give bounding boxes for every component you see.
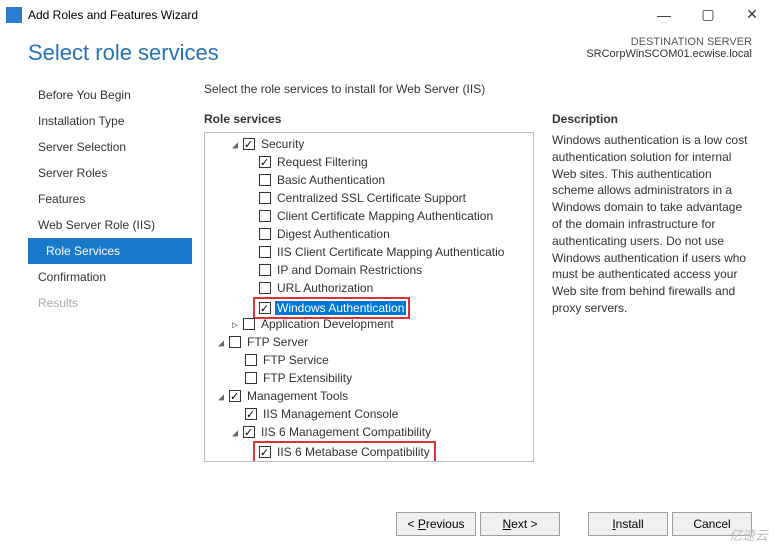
tree-item-app-dev[interactable]: Application Development: [259, 317, 396, 331]
step-before-you-begin[interactable]: Before You Begin: [28, 82, 192, 108]
checkbox-url-auth[interactable]: [259, 282, 271, 294]
role-services-tree[interactable]: ◢ Security Request Filtering Basic Authen…: [204, 132, 534, 462]
description-text: Windows authentication is a low cost aut…: [552, 132, 752, 317]
checkbox-ftp-server[interactable]: [229, 336, 241, 348]
checkbox-mgmt-tools[interactable]: [229, 390, 241, 402]
window-controls: — ▢ ✕: [642, 0, 774, 30]
main-panel: Select the role services to install for …: [192, 82, 752, 462]
collapse-icon[interactable]: ◢: [215, 389, 227, 407]
checkbox-iis6-metabase[interactable]: [259, 446, 271, 458]
collapse-icon[interactable]: ◢: [229, 137, 241, 155]
app-icon: [6, 7, 22, 23]
tree-item-iis6-metabase[interactable]: IIS 6 Metabase Compatibility: [275, 445, 432, 459]
checkbox-request-filtering[interactable]: [259, 156, 271, 168]
wizard-steps-sidebar: Before You Begin Installation Type Serve…: [28, 82, 192, 462]
tree-item-iis6-compat[interactable]: IIS 6 Management Compatibility: [259, 425, 433, 439]
checkbox-ftp-ext[interactable]: [245, 372, 257, 384]
checkbox-basic-auth[interactable]: [259, 174, 271, 186]
tree-item-mgmt-tools[interactable]: Management Tools: [245, 389, 350, 403]
next-button[interactable]: Next >: [480, 512, 560, 536]
collapse-icon[interactable]: ◢: [215, 335, 227, 353]
tree-item-iis-console[interactable]: IIS Management Console: [261, 407, 400, 421]
checkbox-app-dev[interactable]: [243, 318, 255, 330]
tree-item-ftp-ext[interactable]: FTP Extensibility: [261, 371, 354, 385]
step-confirmation[interactable]: Confirmation: [28, 264, 192, 290]
window-title: Add Roles and Features Wizard: [28, 8, 642, 22]
tree-item-url-auth[interactable]: URL Authorization: [275, 281, 375, 295]
checkbox-iis6-compat[interactable]: [243, 426, 255, 438]
checkbox-ftp-service[interactable]: [245, 354, 257, 366]
checkbox-client-cert-mapping[interactable]: [259, 210, 271, 222]
tree-item-request-filtering[interactable]: Request Filtering: [275, 155, 370, 169]
instruction-text: Select the role services to install for …: [204, 82, 752, 96]
checkbox-centralized-ssl[interactable]: [259, 192, 271, 204]
tree-item-ftp-server[interactable]: FTP Server: [245, 335, 310, 349]
close-button[interactable]: ✕: [730, 0, 774, 30]
tree-item-client-cert-mapping[interactable]: Client Certificate Mapping Authenticatio…: [275, 209, 495, 223]
checkbox-windows-auth[interactable]: [259, 302, 271, 314]
tree-item-windows-auth[interactable]: Windows Authentication: [275, 301, 406, 315]
tree-item-iis6-console[interactable]: IIS 6 Management Console: [275, 461, 424, 462]
header: Select role services DESTINATION SERVER …: [0, 30, 776, 82]
step-web-server-role[interactable]: Web Server Role (IIS): [28, 212, 192, 238]
checkbox-iis-client-cert-mapping[interactable]: [259, 246, 271, 258]
tree-item-ip-domain[interactable]: IP and Domain Restrictions: [275, 263, 424, 277]
tree-item-centralized-ssl[interactable]: Centralized SSL Certificate Support: [275, 191, 468, 205]
destination-block: DESTINATION SERVER SRCorpWinSCOM01.ecwis…: [586, 36, 752, 60]
step-server-selection[interactable]: Server Selection: [28, 134, 192, 160]
tree-item-ftp-service[interactable]: FTP Service: [261, 353, 331, 367]
cancel-button[interactable]: Cancel: [672, 512, 752, 536]
tree-item-basic-auth[interactable]: Basic Authentication: [275, 173, 387, 187]
tree-item-digest-auth[interactable]: Digest Authentication: [275, 227, 392, 241]
previous-button[interactable]: < PPreviousrevious: [396, 512, 476, 536]
footer-buttons: < PPreviousrevious Next > Install Cancel: [0, 512, 776, 536]
step-server-roles[interactable]: Server Roles: [28, 160, 192, 186]
role-services-label: Role services: [204, 112, 534, 126]
destination-label: DESTINATION SERVER: [586, 36, 752, 48]
tree-item-iis-client-cert-mapping[interactable]: IIS Client Certificate Mapping Authentic…: [275, 245, 506, 259]
checkbox-security[interactable]: [243, 138, 255, 150]
description-label: Description: [552, 112, 752, 126]
checkbox-ip-domain[interactable]: [259, 264, 271, 276]
minimize-button[interactable]: —: [642, 0, 686, 30]
checkbox-iis-console[interactable]: [245, 408, 257, 420]
maximize-button[interactable]: ▢: [686, 0, 730, 30]
title-bar: Add Roles and Features Wizard — ▢ ✕: [0, 0, 776, 30]
step-results: Results: [28, 290, 192, 316]
install-button[interactable]: Install: [588, 512, 668, 536]
checkbox-digest-auth[interactable]: [259, 228, 271, 240]
step-installation-type[interactable]: Installation Type: [28, 108, 192, 134]
destination-value: SRCorpWinSCOM01.ecwise.local: [586, 48, 752, 60]
collapse-icon[interactable]: ◢: [229, 425, 241, 443]
step-role-services[interactable]: Role Services: [28, 238, 192, 264]
step-features[interactable]: Features: [28, 186, 192, 212]
tree-item-security[interactable]: Security: [259, 137, 306, 151]
